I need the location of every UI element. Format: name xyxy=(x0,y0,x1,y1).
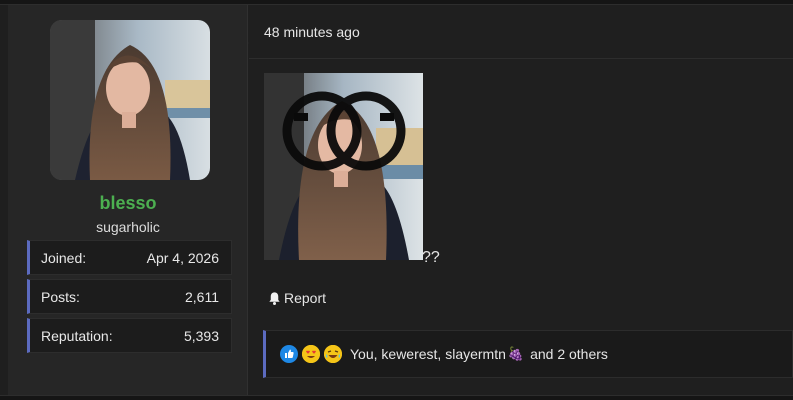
stat-value: Apr 4, 2026 xyxy=(146,249,219,266)
stat-value: 2,611 xyxy=(185,288,219,305)
stat-label: Reputation: xyxy=(41,327,113,344)
user-avatar[interactable] xyxy=(50,20,210,180)
username[interactable]: blesso xyxy=(8,193,248,214)
like-icon[interactable] xyxy=(280,345,298,363)
user-sidebar: blesso sugarholic Joined: Apr 4, 2026 Po… xyxy=(8,5,248,395)
reactions-bar[interactable]: You, kewerest, slayermtn 🍇 and 2 others xyxy=(263,330,793,378)
stat-value: 5,393 xyxy=(183,327,219,344)
bottom-border xyxy=(0,395,793,400)
reaction-others[interactable]: and 2 others xyxy=(530,346,608,362)
report-button[interactable]: Report xyxy=(267,290,326,306)
reaction-names[interactable]: You, kewerest, slayermtn xyxy=(350,346,506,362)
stat-posts: Posts: 2,611 xyxy=(27,279,232,314)
bell-icon xyxy=(269,291,280,305)
header-divider xyxy=(249,58,793,59)
report-label: Report xyxy=(284,290,327,306)
post-timestamp[interactable]: 48 minutes ago xyxy=(264,24,360,40)
user-title: sugarholic xyxy=(96,219,160,235)
heart-eyes-icon[interactable] xyxy=(302,345,320,363)
post-body-text: ?? xyxy=(422,249,440,266)
stat-label: Joined: xyxy=(41,249,87,266)
grape-icon: 🍇 xyxy=(507,346,525,361)
post-image[interactable] xyxy=(264,73,423,260)
stat-label: Posts: xyxy=(41,288,80,305)
laughing-icon[interactable] xyxy=(324,345,342,363)
stat-reputation: Reputation: 5,393 xyxy=(27,318,232,353)
stat-joined: Joined: Apr 4, 2026 xyxy=(27,240,232,275)
post-content: 48 minutes ago ?? Report You, kewerest, … xyxy=(249,5,793,395)
